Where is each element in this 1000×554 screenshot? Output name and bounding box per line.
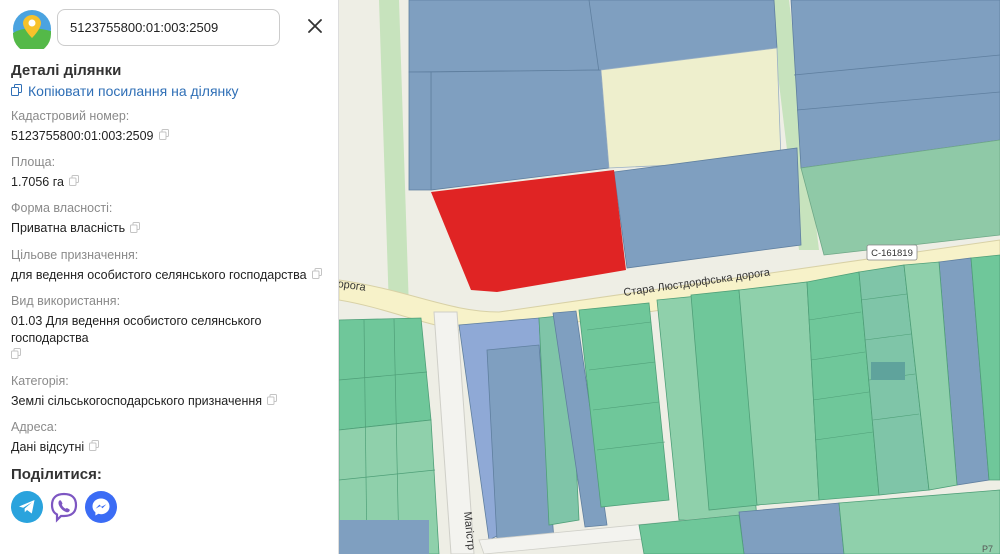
close-icon xyxy=(308,19,322,33)
copy-value-icon[interactable] xyxy=(130,221,141,238)
share-buttons xyxy=(11,491,333,524)
parcel-details: Деталі ділянки Копіювати посилання на ді… xyxy=(11,62,333,524)
map-corner-label: Р7 xyxy=(982,544,993,554)
field-value: Приватна власність xyxy=(11,221,126,236)
search-field[interactable] xyxy=(57,9,280,46)
field-value: 5123755800:01:003:2509 xyxy=(11,129,154,143)
viber-icon xyxy=(50,493,78,524)
copy-link-label: Копіювати посилання на ділянку xyxy=(28,83,239,99)
copy-icon xyxy=(11,83,22,99)
field-label: Вид використання: xyxy=(11,293,121,308)
messenger-share-button[interactable] xyxy=(85,491,117,524)
field-label: Кадастровий номер: xyxy=(11,109,130,123)
telegram-icon xyxy=(19,500,35,514)
copy-link-button[interactable]: Копіювати посилання на ділянку xyxy=(11,83,333,99)
viber-share-button[interactable] xyxy=(48,491,80,524)
field-label: Категорія: xyxy=(11,374,69,389)
field-value: Дані відсутні xyxy=(11,440,85,455)
copy-value-icon[interactable] xyxy=(158,128,169,145)
copy-value-icon[interactable] xyxy=(311,267,322,284)
field-value: Землі сільськогосподарського призначення xyxy=(11,394,263,409)
sidebar: Деталі ділянки Копіювати посилання на ді… xyxy=(0,0,339,554)
copy-value-icon[interactable] xyxy=(68,174,79,191)
field-label: Цільове призначення: xyxy=(11,247,139,262)
field-category: Категорія: Землі сільськогосподарського … xyxy=(11,373,333,410)
app-logo-icon[interactable] xyxy=(12,9,52,53)
field-value: 1.7056 га xyxy=(11,175,64,190)
field-label: Адреса: xyxy=(11,420,58,435)
share-title: Поділитися: xyxy=(11,466,102,484)
field-label: Форма власності: xyxy=(11,201,113,216)
field-label: Площа: xyxy=(11,155,56,170)
messenger-icon xyxy=(92,498,110,516)
telegram-share-button[interactable] xyxy=(11,491,43,524)
copy-value-icon[interactable] xyxy=(89,439,100,456)
field-purpose: Цільове призначення: для ведення особист… xyxy=(11,247,333,284)
search-input[interactable] xyxy=(58,10,279,45)
field-usage-type: Вид використання: 01.03 Для ведення особ… xyxy=(11,293,333,364)
road-code-badge: С-161819 xyxy=(866,244,918,261)
top-bar xyxy=(0,0,339,56)
field-area: Площа: 1.7056 га xyxy=(11,154,333,191)
field-value: 01.03 Для ведення особистого селянського… xyxy=(11,313,262,345)
field-value: для ведення особистого селянського госпо… xyxy=(11,267,307,282)
field-cadastral-number: Кадастровий номер: 5123755800:01:003:250… xyxy=(11,108,333,145)
details-title: Деталі ділянки xyxy=(11,62,122,79)
road-code-label: С-161819 xyxy=(871,248,913,259)
field-ownership: Форма власності: Приватна власність xyxy=(11,200,333,237)
copy-value-icon[interactable] xyxy=(267,393,278,410)
field-address: Адреса: Дані відсутні xyxy=(11,419,333,456)
map-view[interactable]: орога Стара Люстдорфська дорога С-161819… xyxy=(339,0,1000,554)
map-canvas[interactable]: орога Стара Люстдорфська дорога С-161819… xyxy=(339,0,1000,554)
copy-value-icon[interactable] xyxy=(11,347,21,364)
close-button[interactable] xyxy=(303,14,327,38)
